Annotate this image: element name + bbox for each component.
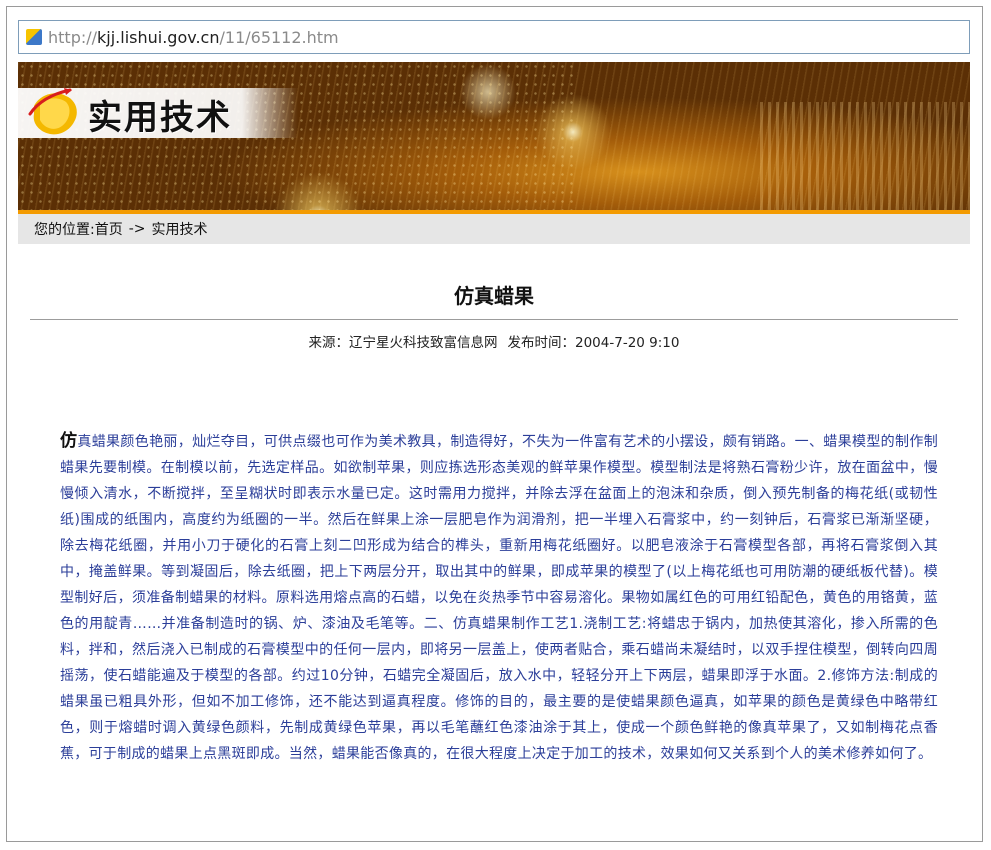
breadcrumb: 您的位置: 首页 -> 实用技术: [18, 214, 970, 244]
banner-right-texture: [760, 102, 970, 212]
address-bar[interactable]: http://kjj.lishui.gov.cn/11/65112.htm: [18, 20, 970, 54]
article-title: 仿真蜡果: [454, 284, 534, 308]
breadcrumb-current-link[interactable]: 实用技术: [152, 219, 208, 239]
article-meta: 来源：辽宁星火科技致富信息网 发布时间：2004-7-20 9:10: [18, 331, 970, 351]
url-scheme: http://: [48, 27, 98, 47]
banner-title: 实用技术: [88, 98, 232, 138]
url-host: kjj.lishui.gov.cn: [97, 27, 220, 47]
article-body-text: 真蜡果颜色艳丽，灿烂夺目，可供点缀也可作为美术教具，制造得好，不失为一件富有艺术…: [60, 434, 938, 762]
title-divider: [30, 319, 958, 320]
article-body: 仿真蜡果颜色艳丽，灿烂夺目，可供点缀也可作为美术教具，制造得好，不失为一件富有艺…: [60, 428, 938, 767]
source-label: 来源：: [308, 335, 350, 351]
date-value: 2004-7-20 9:10: [575, 335, 680, 351]
article-first-char: 仿: [60, 431, 78, 451]
breadcrumb-prefix: 您的位置:: [34, 222, 95, 238]
source-value: 辽宁星火科技致富信息网: [349, 335, 498, 351]
date-label: 发布时间：: [507, 335, 576, 351]
url-text[interactable]: http://kjj.lishui.gov.cn/11/65112.htm: [48, 28, 339, 47]
url-path: /11/65112.htm: [219, 27, 339, 47]
site-favicon-icon: [26, 29, 42, 45]
breadcrumb-separator: ->: [128, 221, 146, 237]
site-banner: 实用技术: [18, 62, 970, 212]
breadcrumb-home-link[interactable]: 首页: [95, 219, 123, 239]
province-map-logo-icon: [28, 88, 77, 135]
